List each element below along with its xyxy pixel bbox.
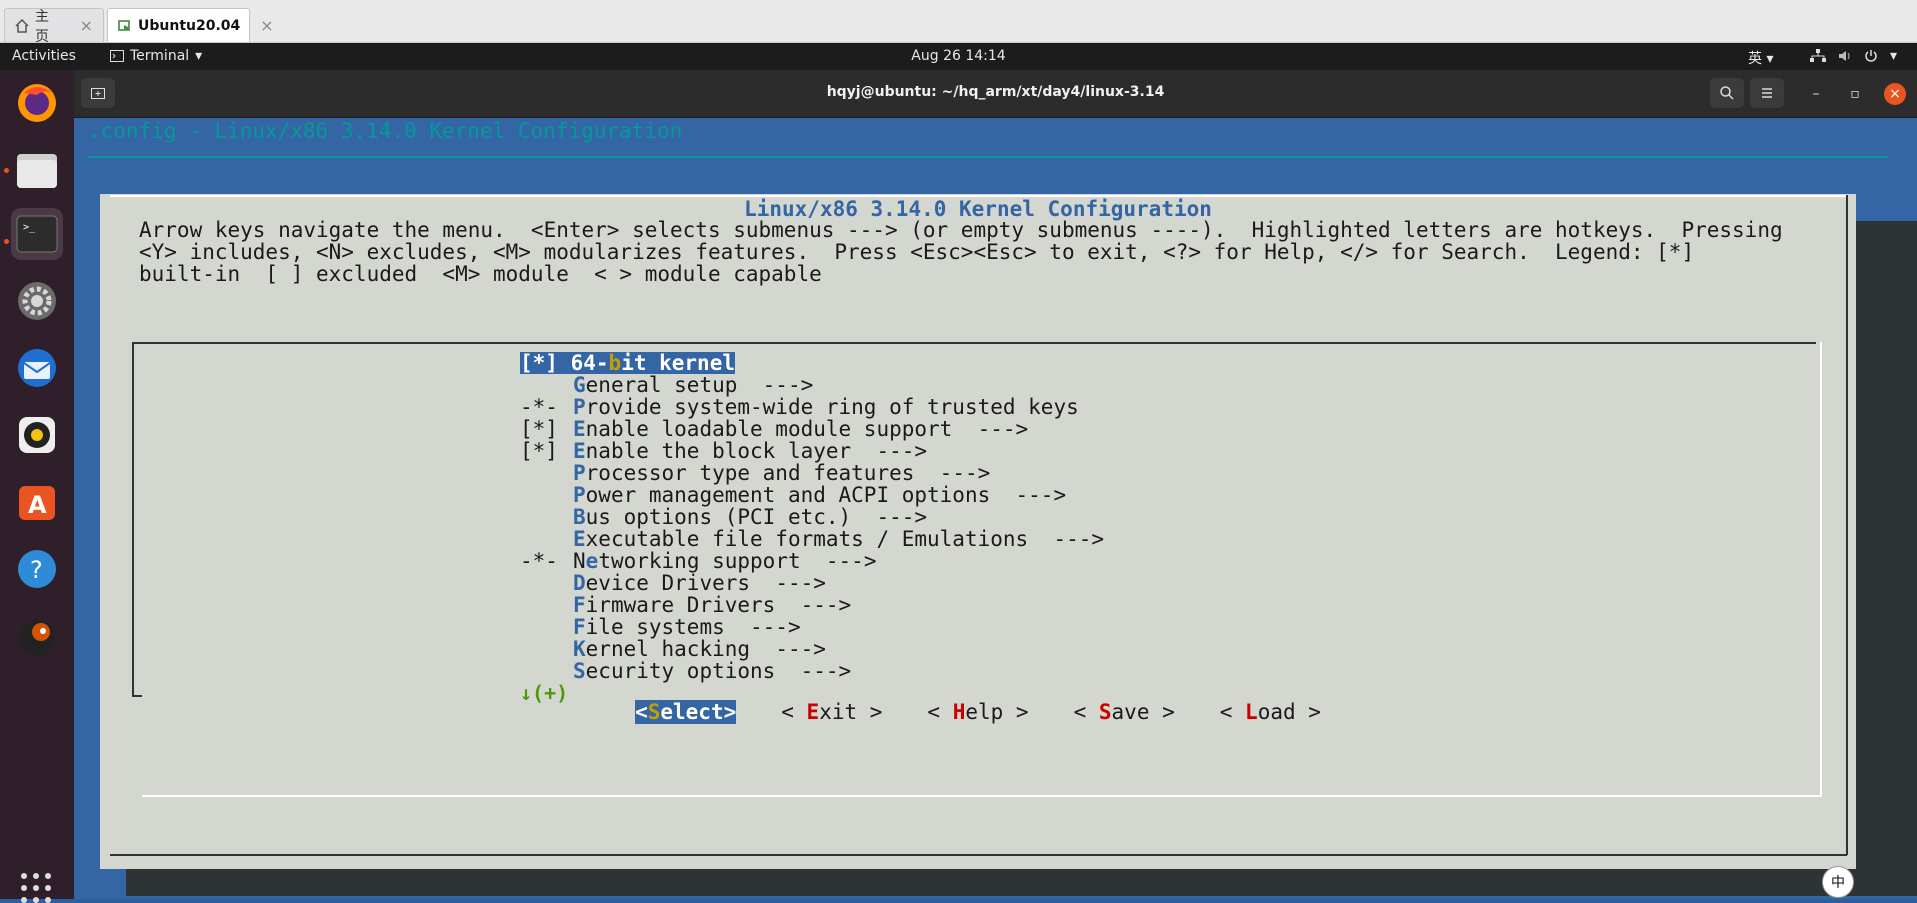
vm-icon (118, 19, 132, 33)
show-apps-icon[interactable] (21, 873, 51, 903)
menu-box: [*] 64-bit kernel General setup ---> -*-… (132, 342, 1822, 797)
power-icon (1865, 50, 1877, 62)
menu-item-firmware-drivers[interactable]: Firmware Drivers ---> (520, 594, 1104, 616)
save-button[interactable]: < Save > (1074, 700, 1175, 724)
menu-item-64bit-kernel[interactable]: [*] 64-bit kernel (520, 352, 1104, 374)
tab-label: 主页 (35, 8, 49, 45)
menu-item-power-management[interactable]: Power management and ACPI options ---> (520, 484, 1104, 506)
tab-home[interactable]: 主页 × (4, 8, 104, 45)
maximize-button[interactable]: ▫ (1844, 83, 1866, 105)
gimp-icon[interactable] (11, 610, 63, 662)
menu-item-kernel-hacking[interactable]: Kernel hacking ---> (520, 638, 1104, 660)
firefox-icon[interactable] (11, 76, 63, 128)
select-button[interactable]: <Select> (635, 700, 737, 724)
hamburger-menu-button[interactable] (1750, 78, 1784, 108)
menu-item-loadable-module[interactable]: [*] Enable loadable module support ---> (520, 418, 1104, 440)
system-menu[interactable]: ▾ (1810, 48, 1897, 64)
help-line: built-in [ ] excluded <M> module < > mod… (139, 262, 822, 286)
config-header: .config - Linux/x86 3.14.0 Kernel Config… (88, 119, 683, 143)
svg-text:?: ? (30, 556, 43, 584)
load-button[interactable]: < Load > (1220, 700, 1321, 724)
dock: >_ A ? (0, 70, 74, 903)
gnome-top-bar: Activities Terminal ▾ Aug 26 14:14 英 ▾ ▾ (0, 43, 1917, 70)
button-row: <Select> < Exit > < Help > < Save > < Lo… (100, 700, 1856, 724)
chevron-down-icon: ▾ (1766, 51, 1774, 67)
terminal-icon (110, 50, 124, 62)
volume-icon (1839, 51, 1850, 61)
menu-item-file-systems[interactable]: File systems ---> (520, 616, 1104, 638)
home-icon (15, 18, 29, 33)
menu-item-device-drivers[interactable]: Device Drivers ---> (520, 572, 1104, 594)
menu-item-security-options[interactable]: Security options ---> (520, 660, 1104, 682)
tab-label: Ubuntu20.04 (138, 17, 241, 34)
menuconfig-dialog: Linux/x86 3.14.0 Kernel Configuration Ar… (100, 194, 1856, 869)
settings-icon[interactable] (11, 275, 63, 327)
close-icon[interactable]: × (260, 16, 273, 35)
menu-item-trusted-keys[interactable]: -*- Provide system-wide ring of trusted k… (520, 396, 1104, 418)
menu-item-block-layer[interactable]: [*] Enable the block layer ---> (520, 440, 1104, 462)
menu-item-executable-formats[interactable]: Executable file formats / Emulations ---… (520, 528, 1104, 550)
help-button[interactable]: < Help > (927, 700, 1028, 724)
browser-tab-strip: 主页 × Ubuntu20.04 × (0, 0, 1917, 45)
exit-button[interactable]: < Exit > (781, 700, 882, 724)
menu-item-networking[interactable]: -*- Ne tworking support ---> (520, 550, 1104, 572)
window-title: hqyj@ubuntu: ~/hq_arm/xt/day4/linux-3.14 (826, 84, 1165, 100)
chevron-down-icon: ▾ (195, 48, 203, 64)
divider (88, 156, 1888, 158)
network-icon (1810, 49, 1826, 62)
clock[interactable]: Aug 26 14:14 (911, 48, 1005, 64)
thunderbird-icon[interactable] (11, 342, 63, 394)
menu-item-bus-options[interactable]: Bus options (PCI etc.) ---> (520, 506, 1104, 528)
terminal-icon[interactable]: >_ (11, 208, 63, 260)
activities-button[interactable]: Activities (12, 48, 76, 64)
menu-item-general-setup[interactable]: General setup ---> (520, 374, 1104, 396)
files-icon[interactable] (11, 144, 63, 196)
terminal-window: hqyj@ubuntu: ~/hq_arm/xt/day4/linux-3.14… (74, 70, 1917, 899)
terminal-headerbar: hqyj@ubuntu: ~/hq_arm/xt/day4/linux-3.14… (74, 70, 1917, 118)
menu-item-processor-type[interactable]: Processor type and features ---> (520, 462, 1104, 484)
app-menu[interactable]: Terminal ▾ (110, 48, 202, 64)
software-icon[interactable]: A (11, 476, 63, 528)
help-text: Arrow keys navigate the menu. <Enter> se… (139, 219, 1839, 285)
search-button[interactable] (1710, 78, 1744, 108)
ime-floating-badge[interactable]: 中 (1822, 866, 1854, 898)
rhythmbox-icon[interactable] (11, 409, 63, 461)
tab-ubuntu[interactable]: Ubuntu20.04 × (107, 8, 274, 42)
terminal-content[interactable]: .config - Linux/x86 3.14.0 Kernel Config… (74, 118, 1917, 899)
chevron-down-icon: ▾ (1890, 48, 1898, 64)
menu-list: [*] 64-bit kernel General setup ---> -*-… (520, 352, 1104, 704)
ime-label: 英 (1748, 51, 1762, 67)
help-line: Arrow keys navigate the menu. <Enter> se… (139, 218, 1783, 242)
help-icon[interactable]: ? (11, 543, 63, 595)
close-button[interactable]: × (1884, 83, 1906, 105)
help-line: <Y> includes, <N> excludes, <M> modulari… (139, 240, 1695, 264)
menu-icon (1762, 88, 1772, 98)
app-menu-label: Terminal (130, 48, 190, 64)
close-icon[interactable]: × (80, 16, 93, 35)
search-icon (1720, 86, 1734, 100)
svg-text:A: A (28, 491, 47, 519)
input-method-indicator[interactable]: 英 ▾ (1748, 48, 1773, 68)
minimize-button[interactable]: – (1805, 83, 1827, 105)
svg-text:>_: >_ (23, 222, 36, 233)
